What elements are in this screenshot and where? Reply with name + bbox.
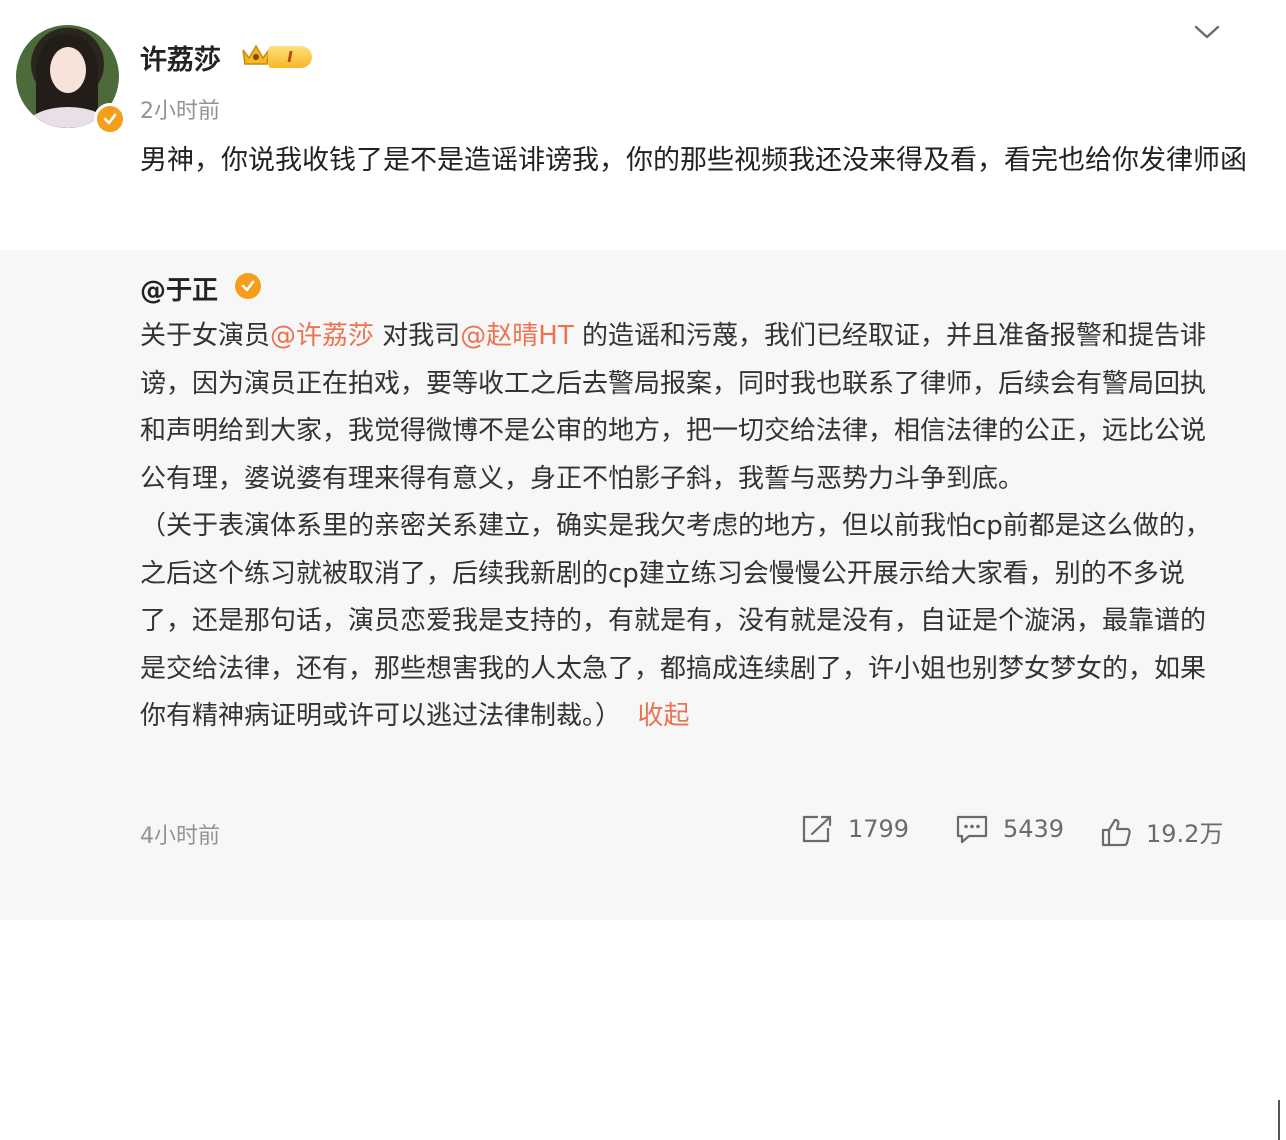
original-post: 许荔莎 I 2小时前 男神，你说我收钱了是不是造谣诽谤我，你的那些视频我还没来得… (0, 0, 1286, 250)
mention-link[interactable]: @许荔莎 (270, 321, 374, 351)
repost-author[interactable]: @于正 (140, 270, 218, 307)
post-time[interactable]: 2小时前 (140, 93, 220, 125)
repost-text: 关于女演员@许荔莎 对我司@赵晴HT 的造谣和污蔑，我们已经取证，并且准备报警和… (140, 313, 1225, 741)
repost-text-part: 关于女演员 (140, 321, 271, 351)
collapse-link[interactable]: 收起 (638, 701, 690, 731)
post-text: 男神，你说我收钱了是不是造谣诽谤我，你的那些视频我还没来得及看，看完也给你发律师… (140, 145, 1247, 176)
like-icon (1101, 818, 1131, 846)
reposted-content: @于正 关于女演员@许荔莎 对我司@赵晴HT 的造谣和污蔑，我们已经取证，并且准… (0, 250, 1286, 1140)
verified-icon (235, 273, 261, 299)
chevron-down-icon[interactable] (1193, 22, 1221, 42)
repost-text-part: 对我司 (374, 321, 461, 351)
repost-text-part: （关于表演体系里的亲密关系建立，确实是我欠考虑的地方，但以前我怕cp前都是这么做… (140, 511, 1211, 731)
comment-button[interactable]: 5439 (955, 814, 1064, 844)
like-count: 19.2万 (1146, 820, 1224, 848)
repost-time[interactable]: 4小时前 (140, 818, 220, 850)
mention-link[interactable]: @赵晴HT (460, 321, 573, 351)
avatar-face (50, 47, 86, 93)
repost-icon (802, 815, 832, 843)
repost-button[interactable]: 1799 (800, 814, 909, 844)
scroll-edge-mark (1278, 1100, 1280, 1140)
verified-icon (94, 103, 126, 135)
crown-icon (242, 44, 270, 65)
like-button[interactable]: 19.2万 (1100, 814, 1223, 849)
post-username[interactable]: 许荔莎 (140, 38, 221, 77)
comment-count: 5439 (1003, 815, 1065, 843)
repost-count: 1799 (848, 815, 910, 843)
level-badge[interactable]: I (268, 46, 312, 68)
comment-icon (956, 815, 988, 844)
